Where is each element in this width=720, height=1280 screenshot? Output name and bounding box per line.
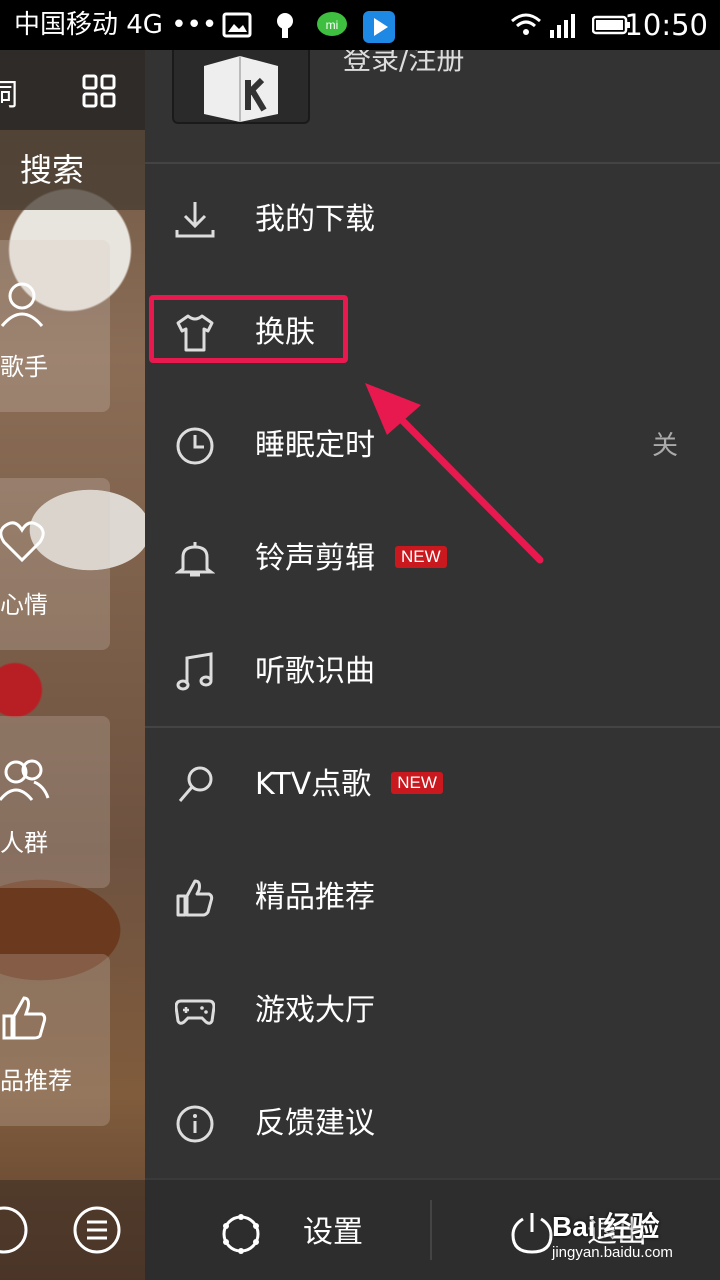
picture-icon bbox=[222, 10, 252, 40]
menu-item-label: 听歌识曲 bbox=[255, 654, 375, 689]
menu-item-label: 我的下载 bbox=[255, 202, 375, 237]
side-drawer: 登录/注册 我的下载 换肤 睡眠定时 关 铃声剪辑 NEW 听歌识曲 KTV点歌… bbox=[145, 20, 720, 1280]
menu-item-recommended[interactable]: 精品推荐 bbox=[145, 842, 720, 955]
menu-item-song-recognition[interactable]: 听歌识曲 bbox=[145, 616, 720, 729]
new-badge: NEW bbox=[391, 772, 443, 794]
category-label: 歌手 bbox=[0, 353, 48, 381]
menu-item-feedback[interactable]: 反馈建议 bbox=[145, 1068, 720, 1181]
category-label: 人群 bbox=[0, 829, 48, 857]
category-card-mood[interactable]: 心情 bbox=[0, 478, 110, 650]
drawer-header: 登录/注册 bbox=[145, 20, 720, 164]
microphone-icon bbox=[175, 765, 215, 805]
background-top-text[interactable]: 词 bbox=[0, 70, 18, 114]
highlight-box bbox=[149, 295, 348, 363]
gamepad-icon bbox=[175, 991, 215, 1031]
background-top-bar: 词 bbox=[0, 50, 145, 130]
settings-button[interactable]: 设置 bbox=[215, 1208, 455, 1258]
annotation-arrow bbox=[365, 383, 544, 564]
menu-item-label: 反馈建议 bbox=[255, 1106, 375, 1141]
menu-item-text: KTV点歌 bbox=[255, 767, 372, 802]
search-label: 搜索 bbox=[20, 151, 85, 189]
wifi-icon bbox=[510, 10, 541, 40]
menu-icon[interactable] bbox=[73, 1206, 121, 1254]
menu-item-downloads[interactable]: 我的下载 bbox=[145, 164, 720, 277]
menu-item-label: 游戏大厅 bbox=[255, 993, 375, 1028]
background-app: 词 搜索 歌手 心情 人群 品推荐 bbox=[0, 50, 145, 1280]
menu-item-label: 精品推荐 bbox=[255, 880, 375, 915]
clock-time: 10:50 bbox=[624, 8, 708, 42]
svg-text:mi: mi bbox=[326, 18, 339, 32]
bell-icon bbox=[175, 539, 215, 579]
info-icon bbox=[175, 1104, 215, 1144]
mi-icon: mi bbox=[316, 10, 347, 40]
hand-icon bbox=[270, 10, 300, 40]
category-card-singer[interactable]: 歌手 bbox=[0, 240, 110, 412]
playlist-icon[interactable] bbox=[0, 1206, 28, 1254]
settings-label: 设置 bbox=[303, 1215, 363, 1250]
background-search-bar[interactable]: 搜索 bbox=[0, 130, 145, 210]
carrier-label: 中国移动 4G ••• bbox=[14, 10, 218, 40]
people-icon bbox=[0, 759, 50, 801]
thumb-up-icon bbox=[2, 996, 47, 1040]
clock-icon bbox=[175, 426, 215, 466]
grid-icon[interactable] bbox=[82, 74, 116, 108]
person-icon bbox=[0, 282, 44, 327]
download-icon bbox=[175, 200, 215, 240]
category-card-recommend[interactable]: 品推荐 bbox=[0, 954, 110, 1126]
menu-divider bbox=[145, 726, 720, 728]
play-store-icon bbox=[362, 10, 395, 43]
status-bar: 中国移动 4G ••• mi 10:50 bbox=[0, 0, 720, 50]
power-icon bbox=[509, 1210, 555, 1256]
menu-item-ktv[interactable]: KTV点歌 NEW bbox=[145, 729, 720, 842]
footer-divider bbox=[430, 1200, 432, 1260]
menu-item-label: KTV点歌 NEW bbox=[255, 763, 443, 807]
battery-icon bbox=[592, 10, 630, 40]
thumb-up-icon bbox=[175, 878, 215, 918]
category-card-crowd[interactable]: 人群 bbox=[0, 716, 110, 888]
watermark-url: jingyan.baidu.com bbox=[552, 1244, 673, 1261]
music-note-icon bbox=[175, 652, 215, 692]
gear-icon bbox=[219, 1212, 263, 1256]
baidu-jingyan-watermark: Bai 经验 jingyan.baidu.com bbox=[552, 1210, 720, 1270]
heart-icon bbox=[0, 521, 45, 563]
category-label: 心情 bbox=[0, 591, 48, 619]
signal-icon bbox=[548, 10, 578, 40]
menu-item-game-hall[interactable]: 游戏大厅 bbox=[145, 955, 720, 1068]
sleep-timer-status: 关 bbox=[651, 431, 678, 461]
watermark-brand: Bai 经验 bbox=[552, 1211, 660, 1242]
category-label: 品推荐 bbox=[0, 1067, 72, 1095]
background-bottom-bar bbox=[0, 1180, 145, 1280]
